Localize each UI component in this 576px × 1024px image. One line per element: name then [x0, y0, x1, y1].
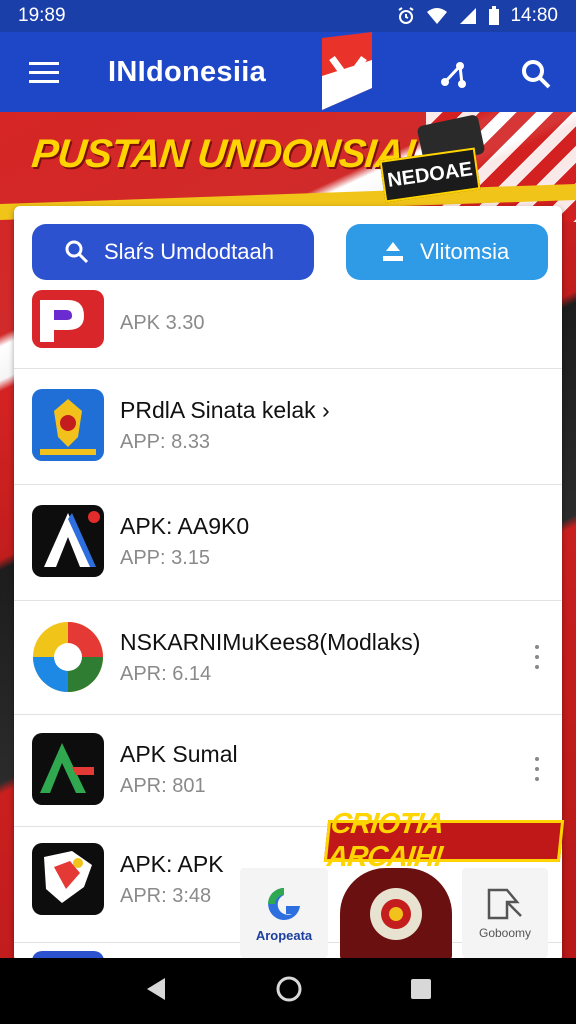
search-apps-button[interactable]: Slaŕs Umdodtaah — [32, 224, 314, 280]
app-name: PRdlA Sinata kelak › — [120, 397, 330, 423]
recents-icon — [411, 978, 431, 999]
g-logo-icon — [268, 887, 300, 920]
list-item[interactable]: APK: AA9K0 APP: 3.15 — [14, 484, 562, 600]
hamburger-icon — [29, 62, 59, 83]
garuda-emblem-icon — [32, 389, 104, 461]
red-arrow-app-icon — [32, 290, 104, 348]
system-nav-bar — [0, 958, 576, 1024]
app-logo — [318, 32, 374, 112]
wifi-icon — [426, 7, 448, 25]
app-meta: APP: 8.33 — [120, 431, 211, 453]
app-bar: INIdonesiia — [0, 32, 576, 112]
back-icon — [147, 977, 165, 1000]
alarm-icon — [396, 6, 416, 26]
indonesia-label: Vlitomsia — [420, 239, 510, 264]
banner-headline: PUSTAN UNDONSIA! — [29, 132, 418, 176]
app-name: APK: APK — [120, 851, 224, 877]
search-button[interactable] — [514, 52, 558, 96]
more-options-icon[interactable] — [532, 757, 542, 781]
status-icons: 14:80 — [396, 5, 558, 27]
download-icon — [383, 242, 403, 261]
book-tile[interactable]: Goboomy — [462, 868, 548, 958]
emblem-icon — [370, 888, 422, 940]
status-bar: 19:89 14:80 — [0, 0, 576, 32]
battery-icon — [488, 6, 500, 26]
app-name: NSKARNIMuKees8(Modlaks) — [120, 629, 421, 655]
status-time-right: 14:80 — [510, 5, 558, 26]
signal-icon — [458, 7, 478, 25]
g-app-tile[interactable]: Aropeata — [240, 868, 328, 958]
list-item[interactable]: PRdlA Sinata kelak › APP: 8.33 — [14, 368, 562, 484]
action-bar: Slaŕs Umdodtaah Vlitomsia — [14, 206, 562, 298]
app-meta: APR: 801 — [120, 775, 206, 797]
colorful-circle-app-icon — [32, 621, 104, 693]
search-icon — [522, 60, 551, 89]
menu-button[interactable] — [0, 32, 88, 112]
search-icon — [65, 240, 89, 264]
share-icon — [441, 62, 466, 88]
list-item[interactable]: NSKARNIMuKees8(Modlaks) APR: 6.14 — [14, 600, 562, 714]
app-meta: APP: 3.15 — [120, 547, 211, 569]
app-name: APK: AA9K0 — [120, 513, 250, 539]
promo-label[interactable]: CRIOTIA ARCAIH! — [323, 808, 565, 873]
home-icon — [276, 976, 302, 1001]
letter-a-app-icon — [32, 505, 104, 577]
search-apps-label: Slaŕs Umdodtaah — [104, 239, 274, 264]
app-meta: APR: 3:48 — [120, 885, 212, 907]
recents-button[interactable] — [409, 977, 433, 1006]
emblem-tile[interactable] — [340, 868, 452, 960]
share-button[interactable] — [430, 52, 474, 96]
app-meta: APR: 6.14 — [120, 663, 212, 685]
app-name: APK Sumal — [120, 741, 238, 767]
g-app-label: Aropeata — [255, 927, 313, 943]
book-label: Goboomy — [478, 926, 532, 940]
more-options-icon[interactable] — [532, 645, 542, 669]
app-meta: APK 3.30 — [120, 312, 205, 334]
app-title: INIdonesiia — [108, 55, 266, 88]
green-a-app-icon — [32, 733, 104, 805]
home-button[interactable] — [275, 975, 303, 1008]
map-app-icon — [32, 843, 104, 915]
indonesia-button[interactable]: Vlitomsia — [346, 224, 548, 280]
back-button[interactable] — [143, 976, 169, 1007]
status-time-left: 19:89 — [18, 5, 66, 26]
book-icon — [487, 888, 522, 920]
list-item[interactable]: APK 3.30 — [14, 290, 562, 368]
